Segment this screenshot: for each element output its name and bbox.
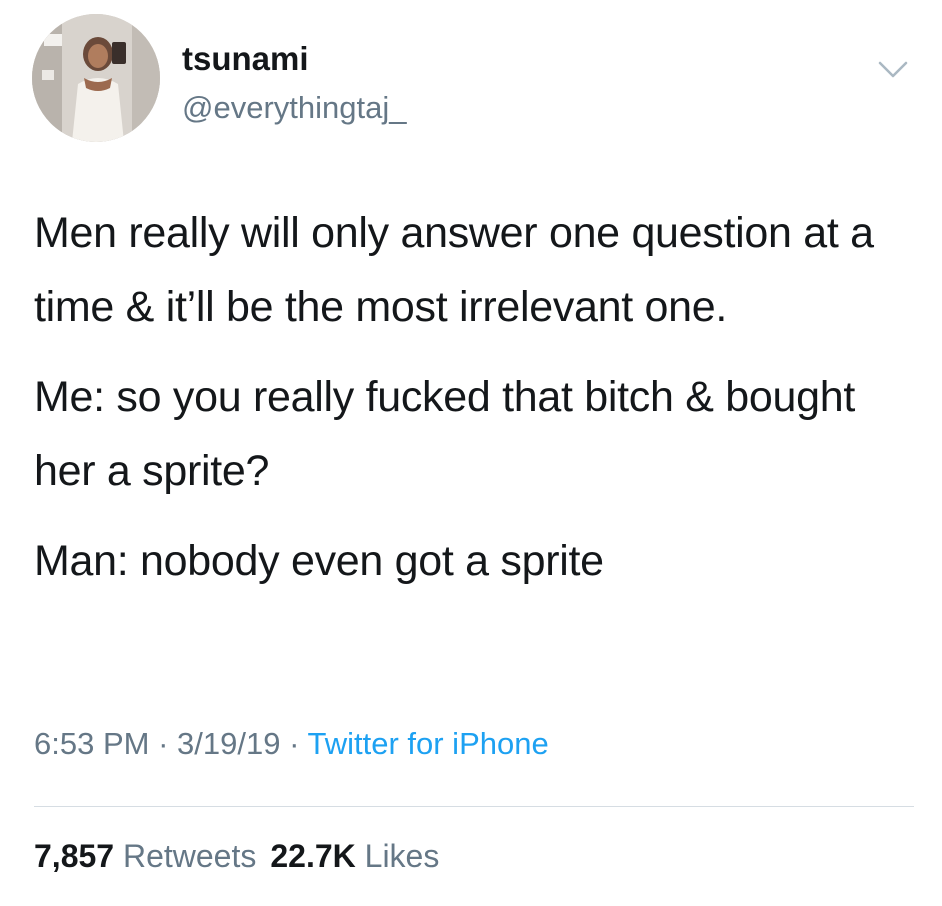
tweet-card: tsunami @everythingtaj_ Men really will … <box>0 0 942 906</box>
tweet-paragraph: Me: so you really fucked that bitch & bo… <box>34 373 855 495</box>
likes-stat[interactable]: 22.7K Likes <box>270 838 439 874</box>
display-name[interactable]: tsunami <box>182 40 309 78</box>
chevron-down-icon[interactable] <box>876 52 910 86</box>
retweets-stat[interactable]: 7,857 Retweets <box>34 838 256 874</box>
tweet-stats: 7,857 Retweets 22.7K Likes <box>34 838 439 875</box>
retweets-label: Retweets <box>122 838 257 874</box>
avatar-photo-icon <box>32 14 160 142</box>
likes-label: Likes <box>364 838 440 874</box>
divider <box>34 806 914 807</box>
avatar[interactable] <box>32 14 160 142</box>
tweet-text: Men really will only answer one question… <box>34 196 914 614</box>
tweet-meta: 6:53 PM · 3/19/19 · Twitter for iPhone <box>34 726 549 762</box>
tweet-date[interactable]: 3/19/19 <box>177 726 280 761</box>
user-handle[interactable]: @everythingtaj_ <box>182 90 406 126</box>
meta-separator: · <box>289 726 300 761</box>
tweet-header: tsunami @everythingtaj_ <box>32 14 912 144</box>
likes-count: 22.7K <box>270 838 356 874</box>
tweet-time[interactable]: 6:53 PM <box>34 726 149 761</box>
retweets-count: 7,857 <box>34 838 115 874</box>
tweet-paragraph: Man: nobody even got a sprite <box>34 537 604 585</box>
tweet-paragraph: Men really will only answer one question… <box>34 209 874 331</box>
meta-separator: · <box>158 726 169 761</box>
tweet-source-link[interactable]: Twitter for iPhone <box>307 726 548 761</box>
